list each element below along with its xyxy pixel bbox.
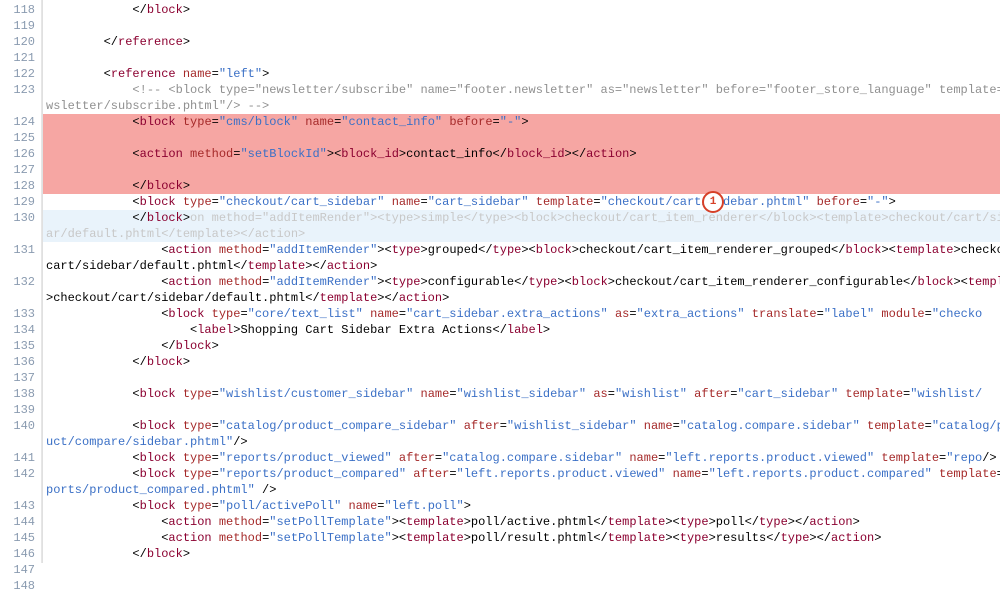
line-number: 146 <box>2 546 35 562</box>
code-line[interactable]: <block type="reports/product_compared" a… <box>42 466 1000 482</box>
line-number: 124 <box>2 114 35 130</box>
code-line[interactable]: <action method="setPollTemplate"><templa… <box>42 530 1000 546</box>
code-editor[interactable]: 118119120121122123 124125126127128129130 1… <box>0 0 1000 563</box>
code-line[interactable]: <action method="addItemRender"><type>con… <box>42 274 1000 290</box>
line-number: 133 <box>2 306 35 322</box>
code-line[interactable]: </block> <box>42 546 1000 562</box>
code-line[interactable]: </block> <box>42 354 1000 370</box>
code-line[interactable]: <action method="addItemRender"><type>gro… <box>42 242 1000 258</box>
line-number: 127 <box>2 162 35 178</box>
line-number-gutter: 118119120121122123 124125126127128129130 1… <box>0 0 42 563</box>
line-number: 119 <box>2 18 35 34</box>
code-line[interactable]: </block> <box>42 338 1000 354</box>
line-number: 132 <box>2 274 35 290</box>
line-number: 122 <box>2 66 35 82</box>
code-line[interactable]: uct/compare/sidebar.phtml"/> <box>42 434 1000 450</box>
line-number: 120 <box>2 34 35 50</box>
line-number: 144 <box>2 514 35 530</box>
code-line[interactable]: <block type="cms/block" name="contact_in… <box>42 114 1000 130</box>
fold-margin <box>42 0 43 563</box>
line-number <box>2 98 35 114</box>
code-line[interactable]: <action method="setPollTemplate"><templa… <box>42 514 1000 530</box>
line-number <box>2 290 35 306</box>
code-line[interactable]: <label>Shopping Cart Sidebar Extra Actio… <box>42 322 1000 338</box>
code-line[interactable]: <reference name="left"> <box>42 66 1000 82</box>
line-number: 134 <box>2 322 35 338</box>
line-number: 139 <box>2 402 35 418</box>
line-number <box>2 482 35 498</box>
code-line[interactable]: <block type="checkout/cart_sidebar" name… <box>42 194 1000 210</box>
code-line[interactable]: ar/default.phtml</template></action> <box>42 226 1000 242</box>
line-number: 118 <box>2 2 35 18</box>
line-number: 129 <box>2 194 35 210</box>
line-number: 142 <box>2 466 35 482</box>
line-number <box>2 226 35 242</box>
code-line[interactable]: <block type="catalog/product_compare_sid… <box>42 418 1000 434</box>
line-number: 143 <box>2 498 35 514</box>
line-number: 137 <box>2 370 35 386</box>
line-number: 148 <box>2 578 35 594</box>
code-line[interactable]: </reference> <box>42 34 1000 50</box>
code-line[interactable]: <block type="poll/activePoll" name="left… <box>42 498 1000 514</box>
code-line[interactable]: <block type="wishlist/customer_sidebar" … <box>42 386 1000 402</box>
line-number <box>2 434 35 450</box>
line-number: 141 <box>2 450 35 466</box>
code-line[interactable] <box>42 50 1000 66</box>
code-line[interactable]: <action method="setBlockId"><block_id>co… <box>42 146 1000 162</box>
line-number: 135 <box>2 338 35 354</box>
annotation-marker-1: 1 <box>702 191 724 213</box>
code-line[interactable]: <!-- <block type="newsletter/subscribe" … <box>42 82 1000 98</box>
line-number: 138 <box>2 386 35 402</box>
code-line[interactable] <box>42 402 1000 418</box>
line-number: 121 <box>2 50 35 66</box>
line-number: 140 <box>2 418 35 434</box>
code-line[interactable]: >checkout/cart/sidebar/default.phtml</te… <box>42 290 1000 306</box>
line-number: 125 <box>2 130 35 146</box>
code-line[interactable] <box>42 370 1000 386</box>
code-line[interactable] <box>42 162 1000 178</box>
line-number: 136 <box>2 354 35 370</box>
line-number: 128 <box>2 178 35 194</box>
code-line[interactable] <box>42 562 1000 578</box>
code-line[interactable]: ports/product_compared.phtml" /> <box>42 482 1000 498</box>
code-line[interactable]: </block> <box>42 178 1000 194</box>
code-line[interactable]: cart/sidebar/default.phtml</template></a… <box>42 258 1000 274</box>
line-number: 147 <box>2 562 35 578</box>
line-number: 145 <box>2 530 35 546</box>
line-number <box>2 258 35 274</box>
line-number: 126 <box>2 146 35 162</box>
code-line[interactable]: wsletter/subscribe.phtml"/> --> <box>42 98 1000 114</box>
code-line[interactable]: <block type="reports/product_viewed" aft… <box>42 450 1000 466</box>
code-line[interactable] <box>42 130 1000 146</box>
code-area[interactable]: </block> </reference> <reference name="l… <box>42 0 1000 563</box>
code-line[interactable]: </block> <box>42 2 1000 18</box>
line-number: 130 <box>2 210 35 226</box>
line-number: 131 <box>2 242 35 258</box>
code-line[interactable] <box>42 18 1000 34</box>
code-line[interactable] <box>42 578 1000 594</box>
code-line[interactable]: <block type="core/text_list" name="cart_… <box>42 306 1000 322</box>
code-line[interactable]: </block>on method="addItemRender"><type>… <box>42 210 1000 226</box>
line-number: 123 <box>2 82 35 98</box>
